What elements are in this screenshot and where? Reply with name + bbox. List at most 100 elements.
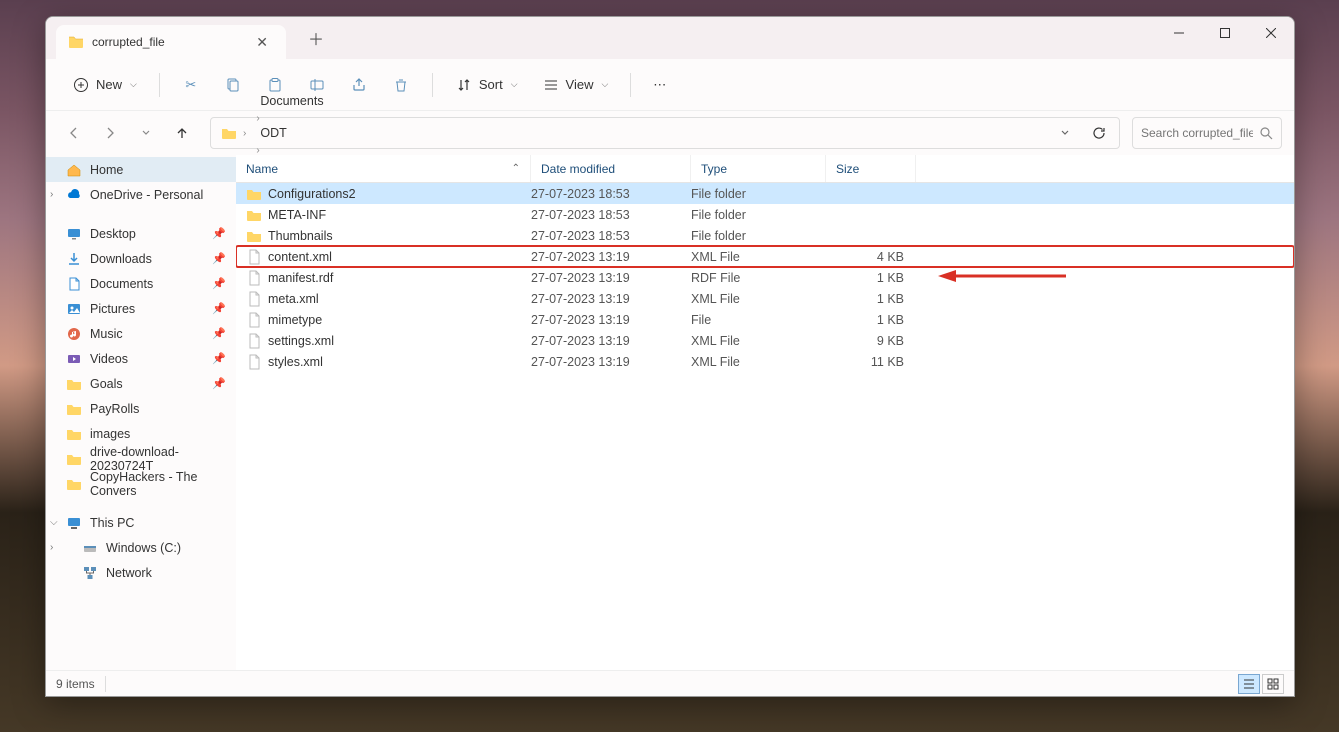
file-icon — [246, 333, 262, 349]
file-name: Thumbnails — [268, 229, 333, 243]
sidebar-item-quick[interactable]: Pictures 📌 — [46, 296, 236, 321]
sidebar-item-thispc[interactable]: ⌵ This PC — [46, 510, 236, 535]
breadcrumb-root-icon[interactable]: › — [215, 118, 254, 148]
sidebar-item-label: Videos — [90, 352, 128, 366]
file-row[interactable]: manifest.rdf 27-07-2023 13:19 RDF File 1… — [236, 267, 1294, 288]
sidebar-item-quick[interactable]: Goals 📌 — [46, 371, 236, 396]
sidebar-item-quick[interactable]: Desktop 📌 — [46, 221, 236, 246]
trash-icon — [392, 76, 410, 94]
column-header-name[interactable]: Name ⌃ — [236, 155, 531, 182]
plus-circle-icon — [72, 76, 90, 94]
copy-button[interactable] — [214, 70, 252, 100]
file-row[interactable]: content.xml 27-07-2023 13:19 XML File 4 … — [236, 246, 1294, 267]
column-header-type[interactable]: Type — [691, 155, 826, 182]
thumbnails-view-toggle[interactable] — [1262, 674, 1284, 694]
file-row[interactable]: settings.xml 27-07-2023 13:19 XML File 9… — [236, 330, 1294, 351]
file-size: 9 KB — [826, 334, 912, 348]
file-icon — [246, 291, 262, 307]
close-window-button[interactable] — [1248, 17, 1294, 49]
folder-icon — [66, 376, 82, 392]
column-header-date[interactable]: Date modified — [531, 155, 691, 182]
column-header-size[interactable]: Size — [826, 155, 916, 182]
file-date: 27-07-2023 18:53 — [531, 208, 691, 222]
file-row[interactable]: Thumbnails 27-07-2023 18:53 File folder — [236, 225, 1294, 246]
file-date: 27-07-2023 18:53 — [531, 229, 691, 243]
file-size: 4 KB — [826, 250, 912, 264]
recent-dropdown[interactable] — [130, 117, 162, 149]
file-row[interactable]: META-INF 27-07-2023 18:53 File folder — [236, 204, 1294, 225]
file-type: RDF File — [691, 271, 826, 285]
pin-icon: 📌 — [212, 302, 226, 315]
delete-button[interactable] — [382, 70, 420, 100]
file-row[interactable]: meta.xml 27-07-2023 13:19 XML File 1 KB — [236, 288, 1294, 309]
file-row[interactable]: mimetype 27-07-2023 13:19 File 1 KB — [236, 309, 1294, 330]
breadcrumb-item[interactable]: ODT — [254, 126, 342, 140]
sort-icon — [455, 76, 473, 94]
sidebar-item-quick[interactable]: PayRolls — [46, 396, 236, 421]
folder-icon — [246, 228, 262, 244]
file-row[interactable]: styles.xml 27-07-2023 13:19 XML File 11 … — [236, 351, 1294, 372]
share-button[interactable] — [340, 70, 378, 100]
sidebar-item-label: Desktop — [90, 227, 136, 241]
file-row[interactable]: Configurations2 27-07-2023 18:53 File fo… — [236, 183, 1294, 204]
file-type: File folder — [691, 187, 826, 201]
refresh-button[interactable] — [1083, 117, 1115, 149]
search-input[interactable] — [1141, 126, 1253, 140]
sidebar-item-quick[interactable]: drive-download-20230724T — [46, 446, 236, 471]
maximize-button[interactable] — [1202, 17, 1248, 49]
back-button[interactable] — [58, 117, 90, 149]
view-mode-toggles — [1238, 674, 1284, 694]
cut-button[interactable]: ✂ — [172, 70, 210, 100]
sidebar-item-label: Downloads — [90, 252, 152, 266]
details-view-toggle[interactable] — [1238, 674, 1260, 694]
share-icon — [350, 76, 368, 94]
sidebar-item-quick[interactable]: Downloads 📌 — [46, 246, 236, 271]
folder-icon — [66, 401, 82, 417]
file-icon — [246, 270, 262, 286]
address-dropdown[interactable] — [1049, 117, 1081, 149]
chevron-right-icon: › — [50, 189, 53, 200]
pictures-icon — [66, 301, 82, 317]
paste-icon — [266, 76, 284, 94]
address-bar[interactable]: › Documents›ODT›corrupted_file — [210, 117, 1120, 149]
pin-icon: 📌 — [212, 252, 226, 265]
forward-button[interactable] — [94, 117, 126, 149]
up-button[interactable] — [166, 117, 198, 149]
sidebar-item-onedrive[interactable]: › OneDrive - Personal — [46, 182, 236, 207]
sidebar-item-label: Pictures — [90, 302, 135, 316]
sidebar-item-quick[interactable]: Music 📌 — [46, 321, 236, 346]
sidebar-item-label: Documents — [90, 277, 153, 291]
view-button[interactable]: View ⌵ — [532, 70, 619, 100]
sidebar-item-network[interactable]: Network — [46, 560, 236, 585]
breadcrumb-item[interactable]: Documents — [254, 94, 342, 108]
home-icon — [66, 162, 82, 178]
more-button[interactable]: ⋯ — [643, 71, 676, 99]
sidebar-item-quick[interactable]: Videos 📌 — [46, 346, 236, 371]
sort-indicator-icon: ⌃ — [512, 163, 520, 174]
search-box[interactable] — [1132, 117, 1282, 149]
sidebar-item-label: OneDrive - Personal — [90, 188, 203, 202]
sidebar-item-home[interactable]: Home — [46, 157, 236, 182]
view-icon — [542, 76, 560, 94]
sidebar-item-quick[interactable]: CopyHackers - The Convers — [46, 471, 236, 496]
sidebar-item-drive[interactable]: › Windows (C:) — [46, 535, 236, 560]
navigation-pane: Home › OneDrive - Personal Desktop 📌 Dow… — [46, 155, 236, 670]
new-tab-button[interactable]: ＋ — [298, 20, 334, 56]
chevron-down-icon: ⌵ — [50, 517, 58, 528]
item-count: 9 items — [56, 677, 95, 691]
sidebar-item-label: Network — [106, 566, 152, 580]
sidebar-item-quick[interactable]: Documents 📌 — [46, 271, 236, 296]
file-name: META-INF — [268, 208, 326, 222]
music-icon — [66, 326, 82, 342]
active-tab[interactable]: corrupted_file ✕ — [56, 25, 286, 59]
copy-icon — [224, 76, 242, 94]
search-icon — [1259, 126, 1273, 140]
close-tab-button[interactable]: ✕ — [250, 34, 274, 51]
sidebar-item-quick[interactable]: images — [46, 421, 236, 446]
documents-icon — [66, 276, 82, 292]
minimize-button[interactable] — [1156, 17, 1202, 49]
new-button[interactable]: New ⌵ — [62, 70, 147, 100]
file-type: File — [691, 313, 826, 327]
chevron-right-icon: › — [50, 542, 53, 553]
sort-button[interactable]: Sort ⌵ — [445, 70, 528, 100]
